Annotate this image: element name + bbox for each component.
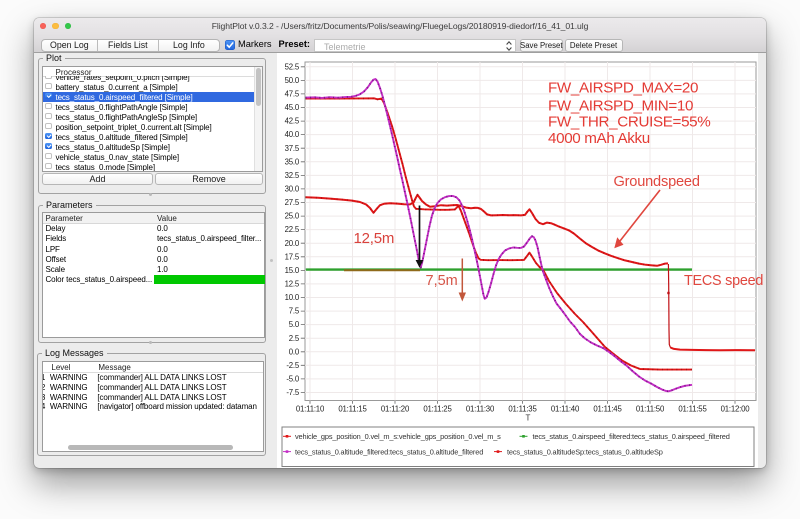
svg-text:01:11:35: 01:11:35: [508, 405, 537, 414]
svg-text:7.5: 7.5: [289, 307, 300, 316]
svg-text:45.0: 45.0: [285, 103, 300, 112]
svg-text:-2.5: -2.5: [286, 361, 299, 370]
svg-text:35.0: 35.0: [285, 157, 300, 166]
svg-text:01:11:25: 01:11:25: [423, 405, 452, 414]
svg-text:FW_AIRSPD_MIN=10: FW_AIRSPD_MIN=10: [548, 98, 693, 115]
svg-text:01:11:50: 01:11:50: [636, 405, 665, 414]
svg-text:52.5: 52.5: [285, 62, 300, 71]
svg-text:4000 mAh Akku: 4000 mAh Akku: [548, 130, 650, 147]
svg-text:01:11:10: 01:11:10: [296, 405, 325, 414]
svg-text:TECS speed: TECS speed: [684, 273, 763, 289]
svg-text:FW_AIRSPD_MAX=20: FW_AIRSPD_MAX=20: [548, 80, 698, 97]
svg-text:12.5: 12.5: [285, 280, 300, 289]
svg-text:40.0: 40.0: [285, 130, 300, 139]
svg-text:37.5: 37.5: [285, 144, 300, 153]
svg-text:-7.5: -7.5: [286, 388, 299, 397]
svg-text:27.5: 27.5: [285, 198, 300, 207]
svg-text:25.0: 25.0: [285, 212, 300, 221]
svg-text:7,5m: 7,5m: [426, 273, 458, 289]
svg-text:tecs_status_0.altitudeSp:tecs_: tecs_status_0.altitudeSp:tecs_status_0.a…: [507, 447, 663, 456]
svg-text:01:11:40: 01:11:40: [551, 405, 580, 414]
svg-text:01:11:45: 01:11:45: [593, 405, 622, 414]
svg-text:T: T: [526, 414, 531, 423]
svg-text:20.0: 20.0: [285, 239, 300, 248]
svg-text:50.0: 50.0: [285, 76, 300, 85]
svg-text:47.5: 47.5: [285, 90, 300, 99]
svg-text:tecs_status_0.airspeed_filtere: tecs_status_0.airspeed_filtered:tecs_sta…: [533, 432, 730, 441]
svg-text:30.0: 30.0: [285, 185, 300, 194]
svg-text:01:11:55: 01:11:55: [678, 405, 707, 414]
svg-text:01:11:15: 01:11:15: [338, 405, 367, 414]
svg-text:10.0: 10.0: [285, 293, 300, 302]
svg-text:-5.0: -5.0: [286, 375, 299, 384]
svg-text:01:12:00: 01:12:00: [721, 405, 751, 414]
svg-text:42.5: 42.5: [285, 117, 300, 126]
svg-text:5.0: 5.0: [289, 320, 300, 329]
svg-text:17.5: 17.5: [285, 252, 300, 261]
svg-text:2.5: 2.5: [289, 334, 300, 343]
svg-text:32.5: 32.5: [285, 171, 300, 180]
svg-text:FW_THR_CRUISE=55%: FW_THR_CRUISE=55%: [548, 114, 710, 131]
svg-text:01:11:30: 01:11:30: [466, 405, 495, 414]
svg-text:12,5m: 12,5m: [354, 230, 395, 247]
svg-text:22.5: 22.5: [285, 225, 300, 234]
svg-text:01:11:20: 01:11:20: [381, 405, 410, 414]
svg-text:vehicle_gps_position_0.vel_m_s: vehicle_gps_position_0.vel_m_s:vehicle_g…: [295, 432, 501, 441]
svg-text:15.0: 15.0: [285, 266, 300, 275]
svg-text:Groundspeed: Groundspeed: [614, 174, 700, 190]
svg-text:0.0: 0.0: [289, 347, 300, 356]
svg-text:tecs_status_0.altitude_filtere: tecs_status_0.altitude_filtered:tecs_sta…: [295, 447, 483, 456]
